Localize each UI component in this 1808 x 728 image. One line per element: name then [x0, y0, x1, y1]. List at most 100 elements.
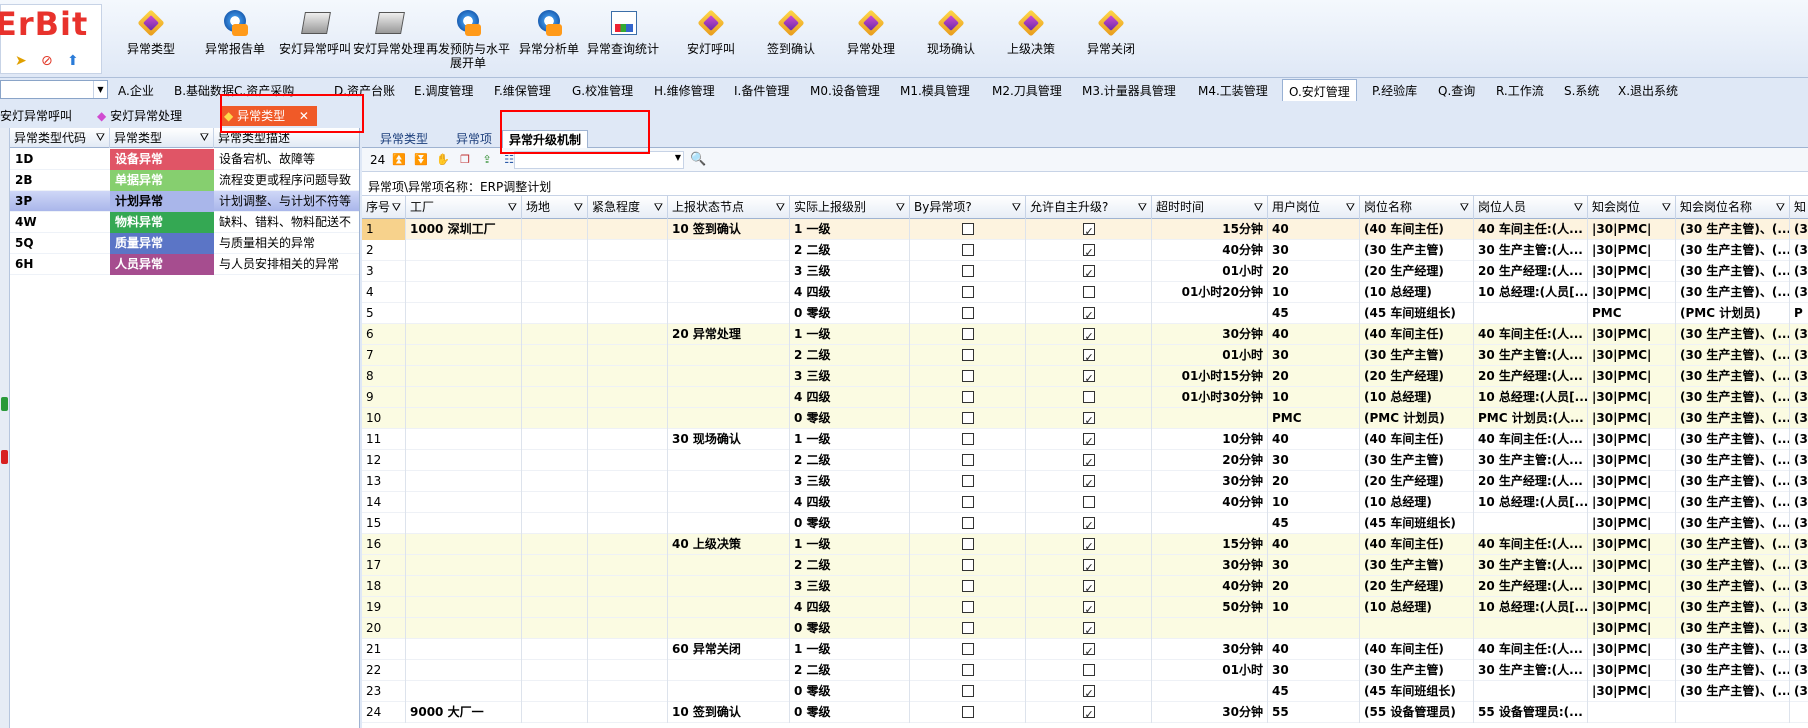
toolbar-button-7[interactable]: 安灯呼叫: [672, 8, 750, 78]
table-row[interactable]: 9 4 四级 01小时30分钟 10 (10 总经理) 10 总经理:(人员[... |30…: [362, 387, 1808, 408]
filter-icon[interactable]: ⛛: [508, 196, 517, 219]
checkbox[interactable]: [1082, 683, 1095, 702]
checkbox[interactable]: [961, 411, 974, 424]
first-record-icon[interactable]: ⏫: [392, 153, 406, 167]
menu-item-7[interactable]: H.维修管理: [654, 82, 715, 99]
column-header-notify_name[interactable]: 知会岗位名称 ⛛: [1676, 196, 1790, 219]
filter-icon[interactable]: ⛛: [776, 196, 785, 219]
filter-icon[interactable]: ⛛: [1776, 196, 1785, 219]
checkbox[interactable]: [1082, 641, 1095, 660]
checkbox[interactable]: [961, 432, 974, 445]
dock-marker[interactable]: [1, 397, 8, 411]
chevron-down-icon[interactable]: ▼: [93, 81, 107, 98]
filter-icon[interactable]: ⛛: [1662, 196, 1671, 219]
toolbar-button-4[interactable]: 再发预防与水平展开单: [424, 8, 512, 78]
last-record-icon[interactable]: ⏬: [414, 153, 428, 167]
menu-item-0[interactable]: A.企业: [118, 82, 154, 99]
column-header-person[interactable]: 岗位人员 ⛛: [1474, 196, 1588, 219]
menu-item-19[interactable]: X.退出系统: [1618, 82, 1678, 99]
checkbox[interactable]: [961, 264, 974, 277]
table-row[interactable]: 22 2 二级 01小时 30 (30 生产主管) 30 生产主管:(人... |30|PM…: [362, 660, 1808, 681]
checkbox[interactable]: [1082, 242, 1095, 261]
table-row[interactable]: 18 3 三级 40分钟20(20 生产经理)20 生产经理:(人...|30|PM…: [362, 576, 1808, 597]
table-row[interactable]: 7 2 二级 01小时30(30 生产主管)30 生产主管:(人...|30|PMC…: [362, 345, 1808, 366]
filter-icon[interactable]: ⛛: [96, 128, 105, 148]
column-header-code[interactable]: 异常类型代码 ⛛: [10, 128, 110, 148]
table-row[interactable]: 15 0 零级 45(45 车间班组长) |30|PMC|(30 生产主管)、(...…: [362, 513, 1808, 534]
checkbox[interactable]: [1082, 452, 1095, 471]
toolbar-button-3[interactable]: 安灯异常处理: [350, 8, 428, 78]
filter-icon[interactable]: ⛛: [654, 196, 663, 219]
checkbox[interactable]: [1082, 473, 1095, 492]
menu-item-11[interactable]: M2.刀具管理: [992, 82, 1062, 99]
table-row[interactable]: 20 0 零级 |30|PMC|(30 生产主管)、(...(3: [362, 618, 1808, 639]
toolbar-button-10[interactable]: 现场确认: [912, 8, 990, 78]
filter-icon[interactable]: ⛛: [574, 196, 583, 219]
table-row[interactable]: 5 0 零级 45(45 车间班组长) PMC(PMC 计划员)P: [362, 303, 1808, 324]
filter-icon[interactable]: ⛛: [200, 128, 209, 148]
checkbox[interactable]: [1082, 410, 1095, 429]
filter-icon[interactable]: ⛛: [1012, 196, 1021, 219]
table-row[interactable]: 11 30 现场确认1 一级 10分钟40(40 车间主任)40 车间主任:(人..…: [362, 429, 1808, 450]
table-row[interactable]: 14 4 四级 40分钟 10 (10 总经理) 10 总经理:(人员[... |30|PM…: [362, 492, 1808, 513]
menu-item-14[interactable]: O.安灯管理: [1282, 79, 1357, 101]
table-row[interactable]: 23 0 零级 45(45 车间班组长) |30|PMC|(30 生产主管)、(...…: [362, 681, 1808, 702]
checkbox[interactable]: [961, 642, 974, 655]
checkbox[interactable]: [1082, 663, 1095, 676]
filter-icon[interactable]: ⛛: [896, 196, 905, 219]
filter-icon[interactable]: ⛛: [1460, 196, 1469, 219]
checkbox[interactable]: [1082, 704, 1095, 723]
checkbox[interactable]: [961, 537, 974, 550]
filter-icon[interactable]: ⛛: [1346, 196, 1355, 219]
checkbox[interactable]: [961, 369, 974, 382]
toolbar-button-8[interactable]: 签到确认: [752, 8, 830, 78]
checkbox[interactable]: [961, 243, 974, 256]
checkbox[interactable]: [1082, 263, 1095, 282]
list-item[interactable]: 4W 物料异常 缺料、错料、物料配送不: [10, 212, 359, 233]
menu-item-16[interactable]: Q.查询: [1438, 82, 1475, 99]
tab-exception-type[interactable]: 异常类型: [374, 130, 434, 148]
menu-item-4[interactable]: E.调度管理: [414, 82, 473, 99]
table-row[interactable]: 100 零级PMC(PMC 计划员)PMC 计划员:(人...|30|PMC|(…: [362, 408, 1808, 429]
checkbox[interactable]: [1082, 285, 1095, 298]
table-row[interactable]: 6 20 异常处理1 一级 30分钟40(40 车间主任)40 车间主任:(人...…: [362, 324, 1808, 345]
checkbox[interactable]: [1082, 557, 1095, 576]
toolbar-button-5[interactable]: 异常分析单: [510, 8, 588, 78]
table-row[interactable]: 8 3 三级 01小时15分钟20(20 生产经理)20 生产经理:(人...|30…: [362, 366, 1808, 387]
checkbox[interactable]: [1082, 431, 1095, 450]
navigator-combo[interactable]: ▼: [514, 151, 684, 169]
checkbox[interactable]: [961, 684, 974, 697]
column-header-seq[interactable]: 序号 ⛛: [362, 196, 406, 219]
column-header-type[interactable]: 异常类型 ⛛: [110, 128, 214, 148]
doc-tab-exception-type[interactable]: ◆ 异常类型 ✕: [220, 106, 317, 126]
checkbox[interactable]: [1082, 578, 1095, 597]
table-row[interactable]: 12 2 二级 20分钟30(30 生产主管)30 生产主管:(人...|30|PM…: [362, 450, 1808, 471]
checkbox[interactable]: [961, 306, 974, 319]
menu-item-17[interactable]: R.工作流: [1496, 82, 1544, 99]
table-row[interactable]: 19 4 四级 50分钟10(10 总经理)10 总经理:(人员[...|30|PM…: [362, 597, 1808, 618]
close-icon[interactable]: ✕: [299, 109, 309, 123]
checkbox[interactable]: [961, 222, 974, 235]
checkbox[interactable]: [961, 621, 974, 634]
checkbox[interactable]: [961, 474, 974, 487]
table-row[interactable]: 16 40 上级决策1 一级 15分钟40(40 车间主任)40 车间主任:(人..…: [362, 534, 1808, 555]
checkbox[interactable]: [1082, 515, 1095, 534]
tab-exception-item[interactable]: 异常项: [450, 130, 498, 148]
menu-item-1[interactable]: B.基础数据: [174, 82, 234, 99]
checkbox[interactable]: [1082, 326, 1095, 345]
column-header-node[interactable]: 上报状态节点 ⛛: [668, 196, 790, 219]
checkbox[interactable]: [961, 453, 974, 466]
menu-item-10[interactable]: M1.模具管理: [900, 82, 970, 99]
menu-item-3[interactable]: D.资产台账: [334, 82, 395, 99]
menu-item-6[interactable]: G.校准管理: [572, 82, 633, 99]
doc-tab-andon-call[interactable]: 安灯异常呼叫: [0, 106, 72, 126]
column-header-factory[interactable]: 工厂 ⛛: [406, 196, 522, 219]
checkbox[interactable]: [961, 705, 974, 718]
checkbox[interactable]: [1082, 221, 1095, 240]
list-item[interactable]: 2B 单据异常 流程变更或程序问题导致: [10, 170, 359, 191]
column-header-desc[interactable]: 异常类型描述: [214, 128, 359, 148]
list-item[interactable]: 3P 计划异常 计划调整、与计划不符等: [10, 191, 359, 212]
checkbox[interactable]: [1082, 390, 1095, 403]
column-header-level[interactable]: 实际上报级别 ⛛: [790, 196, 910, 219]
chevron-down-icon[interactable]: ▼: [675, 153, 681, 162]
